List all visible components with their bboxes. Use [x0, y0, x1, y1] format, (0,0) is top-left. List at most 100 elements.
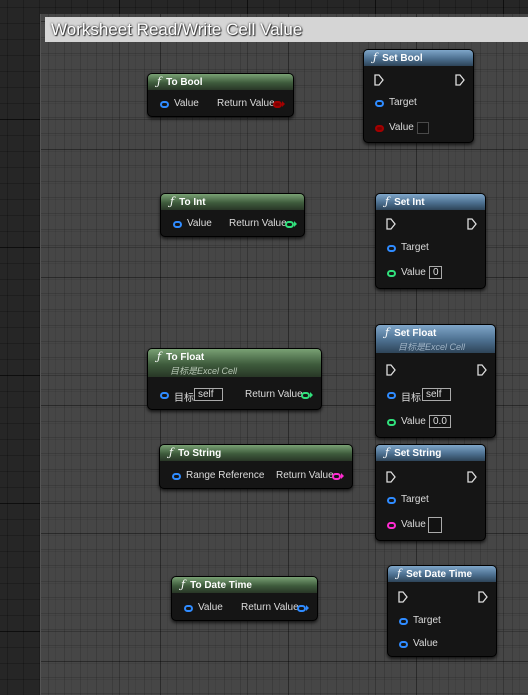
exec-in-pin-icon[interactable] [386, 471, 396, 483]
target-value-input[interactable]: self [422, 388, 451, 401]
input-pin[interactable] [160, 101, 169, 108]
function-icon: ƒ [397, 567, 402, 580]
node-subtitle: 目标是Excel Cell [170, 366, 238, 376]
node-title: To Float [166, 352, 205, 363]
pin-label: Target [389, 97, 417, 108]
node-title: Set String [394, 448, 442, 459]
node-header: ƒ Set Int [376, 194, 485, 210]
pin-label: Value [198, 602, 223, 613]
exec-in-pin-icon[interactable] [386, 218, 396, 230]
node-set-date-time[interactable]: ƒ Set Date Time Target Value [387, 565, 497, 657]
target-pin[interactable] [387, 497, 396, 504]
node-to-date-time[interactable]: ƒ To Date Time Value Return Value [171, 576, 318, 621]
value-pin[interactable] [399, 641, 408, 648]
node-header: ƒ To Float 目标是Excel Cell [148, 349, 321, 377]
node-to-float[interactable]: ƒ To Float 目标是Excel Cell 目标 self Return V… [147, 348, 322, 410]
value-pin[interactable] [375, 125, 384, 132]
function-icon: ƒ [385, 195, 390, 208]
pin-label: Target [401, 242, 429, 253]
node-title: Set Bool [382, 53, 423, 64]
target-pin[interactable] [399, 618, 408, 625]
exec-in-pin-icon[interactable] [398, 591, 408, 603]
target-value-input[interactable]: self [194, 388, 223, 401]
output-pin[interactable] [301, 392, 310, 399]
input-pin[interactable] [173, 221, 182, 228]
function-icon: ƒ [373, 51, 378, 64]
output-pin[interactable] [332, 473, 341, 480]
node-title: To Bool [166, 77, 203, 88]
function-icon: ƒ [385, 446, 390, 459]
pin-label: Return Value [276, 470, 334, 481]
node-header: ƒ Set Float 目标是Excel Cell [376, 325, 495, 353]
pin-label: Range Reference [186, 470, 265, 481]
node-header: ƒ Set String [376, 445, 485, 461]
exec-in-pin-icon[interactable] [386, 364, 396, 376]
output-pin[interactable] [273, 101, 282, 108]
node-title: To Date Time [190, 580, 252, 591]
pin-label: Target [413, 615, 441, 626]
pin-label: Value [389, 122, 414, 133]
node-subtitle: 目标是Excel Cell [398, 342, 466, 352]
pin-label: Return Value [217, 98, 275, 109]
input-pin[interactable] [172, 473, 181, 480]
output-pin[interactable] [297, 605, 306, 612]
pin-label: Return Value [241, 602, 299, 613]
node-header: ƒ To Date Time [172, 577, 317, 593]
float-value-input[interactable]: 0.0 [429, 415, 451, 428]
pin-label: 目标 [174, 393, 194, 404]
node-set-int[interactable]: ƒ Set Int Target Value 0 [375, 193, 486, 289]
pin-label: Return Value [229, 218, 287, 229]
value-pin[interactable] [387, 270, 396, 277]
blueprint-graph-canvas[interactable]: Worksheet Read/Write Cell Value ƒ To Bool… [0, 0, 528, 695]
node-set-bool[interactable]: ƒ Set Bool Target Value [363, 49, 474, 143]
node-set-string[interactable]: ƒ Set String Target Value [375, 444, 486, 541]
node-to-bool[interactable]: ƒ To Bool Value Return Value [147, 73, 294, 117]
exec-out-pin-icon[interactable] [467, 218, 477, 230]
function-icon: ƒ [169, 446, 174, 459]
function-icon: ƒ [157, 350, 162, 363]
output-pin[interactable] [285, 221, 294, 228]
string-value-input[interactable] [428, 517, 442, 533]
pin-label: Value [401, 267, 426, 278]
function-icon: ƒ [181, 578, 186, 591]
value-pin[interactable] [387, 419, 396, 426]
node-header: ƒ Set Date Time [388, 566, 496, 582]
exec-out-pin-icon[interactable] [467, 471, 477, 483]
function-icon: ƒ [385, 326, 390, 339]
bool-checkbox[interactable] [417, 122, 429, 134]
pin-arrow-icon [282, 101, 285, 107]
comment-title[interactable]: Worksheet Read/Write Cell Value [45, 17, 528, 42]
node-to-string[interactable]: ƒ To String Range Reference Return Value [159, 444, 353, 489]
int-value-input[interactable]: 0 [429, 266, 442, 279]
pin-label: Return Value [245, 389, 303, 400]
node-header: ƒ To Int [161, 194, 304, 210]
pin-label: 目标 [401, 393, 421, 404]
node-title: To Int [179, 197, 206, 208]
pin-label: Value [401, 519, 426, 530]
node-header: ƒ To String [160, 445, 352, 461]
node-title: Set Int [394, 197, 425, 208]
target-pin[interactable] [387, 245, 396, 252]
target-pin[interactable] [387, 392, 396, 399]
target-pin[interactable] [375, 100, 384, 107]
exec-out-pin-icon[interactable] [478, 591, 488, 603]
function-icon: ƒ [157, 75, 162, 88]
node-to-int[interactable]: ƒ To Int Value Return Value [160, 193, 305, 237]
pin-label: Value [174, 98, 199, 109]
pin-label: Value [401, 416, 426, 427]
target-pin[interactable] [160, 392, 169, 399]
node-title: Set Date Time [406, 569, 473, 580]
node-title: Set Float [394, 328, 437, 339]
pin-label: Target [401, 494, 429, 505]
value-pin[interactable] [387, 522, 396, 529]
pin-arrow-icon [306, 605, 309, 611]
node-header: ƒ To Bool [148, 74, 293, 90]
pin-arrow-icon [310, 392, 313, 398]
exec-out-pin-icon[interactable] [477, 364, 487, 376]
function-icon: ƒ [170, 195, 175, 208]
exec-out-pin-icon[interactable] [455, 74, 465, 86]
input-pin[interactable] [184, 605, 193, 612]
pin-arrow-icon [294, 221, 297, 227]
node-set-float[interactable]: ƒ Set Float 目标是Excel Cell 目标 self Value 0… [375, 324, 496, 438]
exec-in-pin-icon[interactable] [374, 74, 384, 86]
